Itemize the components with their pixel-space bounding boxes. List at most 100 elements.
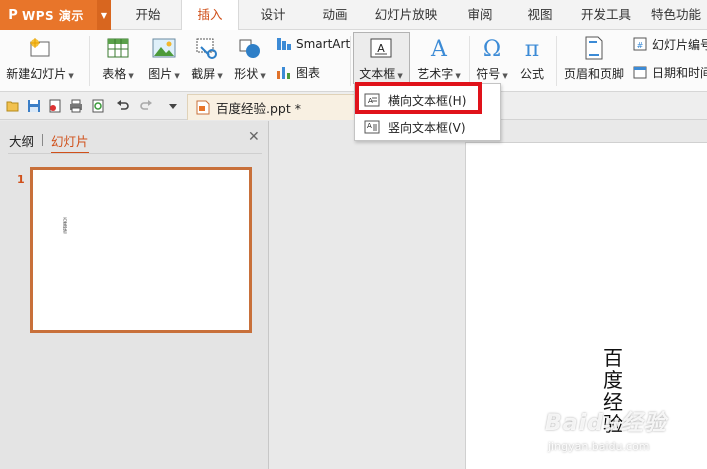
tab-design[interactable]: 设计 — [249, 0, 297, 30]
slide-number: 1 — [17, 173, 25, 186]
tab-review[interactable]: 审阅 — [456, 0, 504, 30]
header-footer-label: 页眉和页脚 — [563, 67, 624, 81]
chevron-down-icon: ▼ — [455, 72, 461, 80]
print-icon[interactable] — [69, 99, 83, 113]
textbox-label: 文本框 — [359, 67, 396, 81]
wordart-button[interactable]: A 艺术字 ▼ — [412, 30, 466, 90]
smartart-label: SmartArt — [296, 37, 351, 51]
thumbnail-text: 百度经验 — [63, 217, 67, 234]
print-preview-icon[interactable] — [91, 99, 105, 113]
table-button[interactable]: 表格 ▼ — [98, 30, 138, 90]
menu-item-label: 竖向文本框(V) — [388, 120, 466, 135]
document-title: 百度经验.ppt * — [216, 101, 301, 116]
svg-text:Ω: Ω — [483, 37, 501, 60]
symbol-button[interactable]: Ω 符号 ▼ — [472, 30, 512, 90]
chevron-down-icon: ▼ — [397, 72, 403, 80]
picture-button[interactable]: 图片 ▼ — [144, 30, 184, 90]
menu-tab-bar: P WPS 演示 ▼ 开始 插入 设计 动画 幻灯片放映 审阅 视图 开发工具 … — [0, 0, 707, 31]
header-footer-icon — [581, 36, 607, 60]
redo-icon[interactable] — [139, 99, 153, 113]
menu-item-vertical-textbox[interactable]: A 竖向文本框(V) — [357, 115, 498, 139]
wps-app-menu-button[interactable]: P WPS 演示 ▼ — [0, 0, 111, 30]
ribbon-separator — [350, 36, 351, 86]
formula-label: 公式 — [519, 67, 544, 81]
save-icon[interactable] — [27, 99, 41, 113]
ppt-file-icon — [196, 100, 210, 115]
document-tab[interactable]: 百度经验.ppt * — [187, 94, 355, 120]
chevron-down-icon: ▼ — [502, 72, 508, 80]
svg-text:π: π — [525, 37, 539, 60]
panel-divider — [8, 153, 262, 154]
tab-insert[interactable]: 插入 — [181, 0, 239, 31]
tab-slideshow[interactable]: 幻灯片放映 — [370, 0, 442, 30]
ribbon-separator — [469, 36, 470, 86]
tab-outline[interactable]: 大纲 — [9, 131, 34, 150]
panel-tab-divider — [42, 134, 43, 146]
slide-number-icon: # — [632, 36, 648, 52]
screenshot-button[interactable]: 截屏 ▼ — [187, 30, 227, 90]
slide-number-label: 幻灯片编号 — [652, 37, 707, 52]
svg-text:A: A — [367, 122, 372, 130]
table-label: 表格 — [102, 67, 127, 81]
wps-logo-icon: P — [8, 7, 18, 23]
svg-text:#: # — [637, 41, 644, 50]
vertical-textbox-icon: A — [364, 120, 380, 134]
close-icon[interactable]: ✕ — [248, 129, 260, 145]
new-slide-label: 新建幻灯片 — [6, 67, 67, 81]
tab-developer[interactable]: 开发工具 — [576, 0, 636, 30]
chevron-down-icon: ▼ — [260, 72, 266, 80]
baidu-watermark-logo: Baidu经验 — [545, 411, 667, 436]
shape-icon — [237, 36, 263, 60]
tab-animation[interactable]: 动画 — [311, 0, 359, 30]
omega-icon: Ω — [479, 36, 505, 60]
slides-panel: 大纲 幻灯片 ✕ 1 百度经验 — [0, 121, 269, 469]
baidu-watermark-url: jingyan.baidu.com — [548, 440, 650, 453]
chart-label: 图表 — [296, 65, 321, 80]
date-time-button[interactable]: 日期和时间 — [632, 62, 707, 82]
slide-thumbnail[interactable]: 百度经验 — [30, 167, 252, 333]
shape-label: 形状 — [234, 67, 259, 81]
svg-text:A: A — [430, 37, 448, 60]
formula-button[interactable]: π 公式 — [514, 30, 550, 90]
slide-number-button[interactable]: # 幻灯片编号 — [632, 34, 707, 54]
svg-text:A: A — [377, 42, 385, 55]
tab-view[interactable]: 视图 — [516, 0, 564, 30]
undo-icon[interactable] — [116, 99, 130, 113]
chevron-down-icon: ▼ — [217, 72, 223, 80]
shape-button[interactable]: 形状 ▼ — [230, 30, 270, 90]
smartart-icon — [276, 36, 292, 52]
chart-button[interactable]: 图表 — [276, 62, 320, 82]
textbox-icon: A — [368, 36, 394, 60]
new-slide-button[interactable]: 新建幻灯片 ▼ — [6, 30, 74, 90]
pi-icon: π — [519, 36, 545, 60]
app-name: WPS 演示 — [22, 8, 84, 23]
header-footer-button[interactable]: 页眉和页脚 — [562, 30, 626, 90]
calendar-icon — [632, 64, 648, 80]
export-pdf-icon[interactable] — [48, 99, 62, 113]
tab-special-features[interactable]: 特色功能 — [646, 0, 706, 30]
chevron-down-icon: ▼ — [174, 72, 180, 80]
date-time-label: 日期和时间 — [652, 65, 707, 80]
wordart-label: 艺术字 — [417, 67, 454, 81]
screenshot-label: 截屏 — [191, 67, 216, 81]
ribbon-separator — [89, 36, 90, 86]
screenshot-icon — [194, 36, 220, 60]
chevron-down-icon: ▼ — [68, 72, 74, 80]
picture-label: 图片 — [148, 67, 173, 81]
chart-icon — [276, 64, 292, 80]
open-folder-icon[interactable] — [6, 99, 20, 113]
chevron-down-icon: ▼ — [128, 72, 134, 80]
app-menu-dropdown-icon[interactable]: ▼ — [97, 0, 111, 30]
highlight-annotation-box — [355, 82, 482, 114]
tab-home[interactable]: 开始 — [124, 0, 172, 30]
customize-toolbar-icon[interactable] — [166, 99, 180, 113]
symbol-label: 符号 — [476, 67, 501, 81]
tab-slides[interactable]: 幻灯片 — [51, 131, 89, 154]
smartart-button[interactable]: SmartArt — [276, 34, 350, 54]
wordart-icon: A — [426, 36, 452, 60]
ribbon-separator — [556, 36, 557, 86]
new-slide-icon — [27, 36, 53, 60]
picture-icon — [151, 36, 177, 60]
textbox-button[interactable]: A 文本框 ▼ — [355, 30, 407, 90]
table-icon — [105, 36, 131, 60]
